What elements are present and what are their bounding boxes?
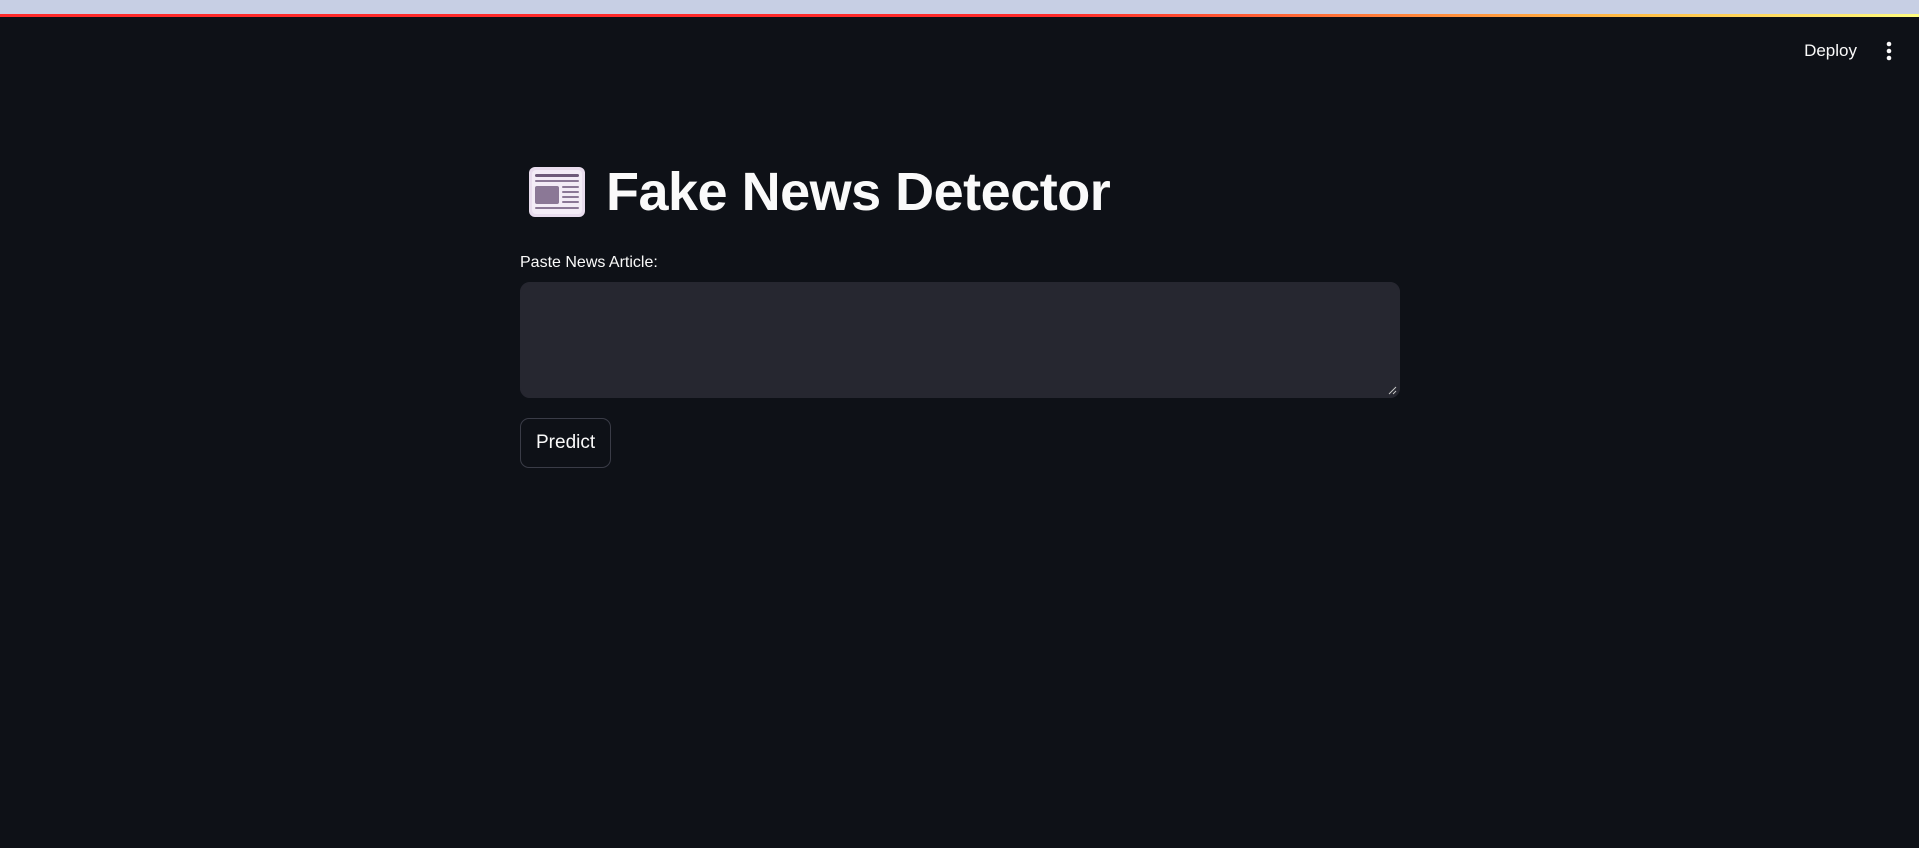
article-textarea[interactable] (520, 282, 1400, 398)
article-textarea-container (520, 282, 1400, 398)
deploy-button[interactable]: Deploy (1792, 35, 1869, 67)
main-content: Fake News Detector Paste News Article: P… (520, 150, 1400, 468)
resize-handle-icon[interactable] (1388, 386, 1397, 395)
vertical-ellipsis-icon (1886, 41, 1892, 61)
page-title: Fake News Detector (606, 162, 1111, 222)
app-header: Deploy (0, 17, 1919, 87)
main-menu-button[interactable] (1873, 35, 1905, 67)
predict-button[interactable]: Predict (520, 418, 612, 468)
article-label: Paste News Article: (520, 254, 658, 271)
newspaper-icon (529, 167, 585, 217)
browser-strip (0, 0, 1919, 14)
title-row: Fake News Detector (520, 150, 1400, 234)
